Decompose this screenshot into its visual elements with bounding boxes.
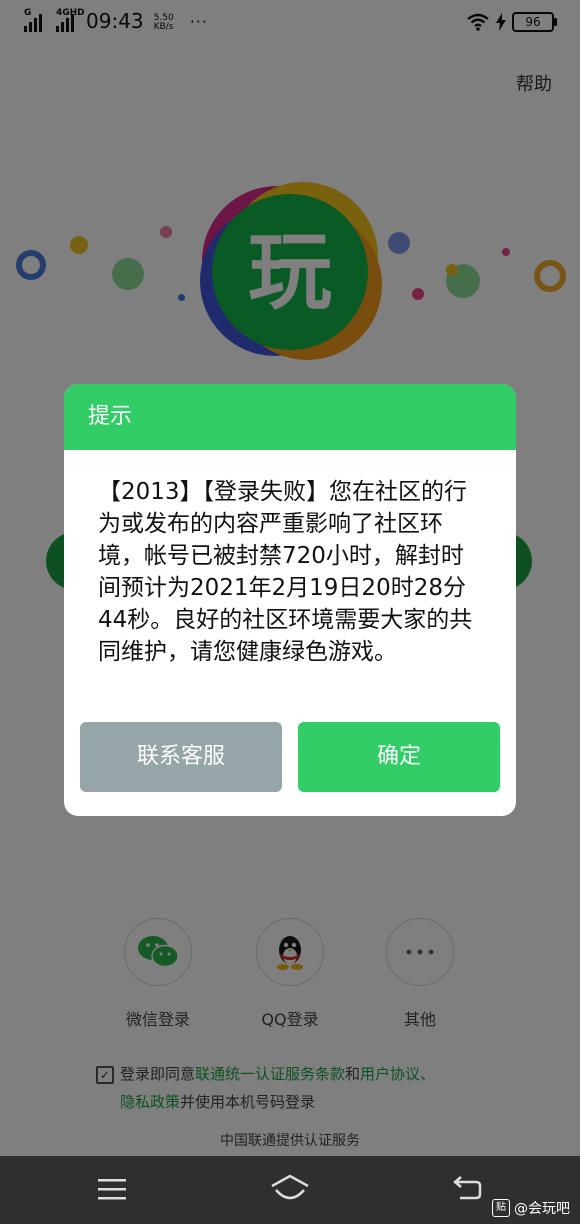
dialog-actions: 联系客服 确定 (80, 722, 500, 792)
dialog-title: 提示 (64, 384, 516, 450)
ban-notice-dialog: 提示 【2013】【登录失败】您在社区的行为或发布的内容严重影响了社区环境，帐号… (64, 384, 516, 816)
watermark-badge: 贴 (492, 1199, 510, 1217)
contact-support-button[interactable]: 联系客服 (80, 722, 282, 792)
watermark-text: @会玩吧 (514, 1201, 570, 1217)
source-watermark: 贴 @会玩吧 (492, 1198, 570, 1218)
back-icon[interactable] (452, 1176, 482, 1200)
confirm-button[interactable]: 确定 (298, 722, 500, 792)
dialog-message: 【2013】【登录失败】您在社区的行为或发布的内容严重影响了社区环境，帐号已被封… (98, 479, 473, 665)
login-screen: G 4GHD 09:43 5.50 KB/s ··· 96 (0, 0, 580, 1224)
menu-icon[interactable] (98, 1178, 126, 1200)
home-icon[interactable] (270, 1174, 310, 1204)
